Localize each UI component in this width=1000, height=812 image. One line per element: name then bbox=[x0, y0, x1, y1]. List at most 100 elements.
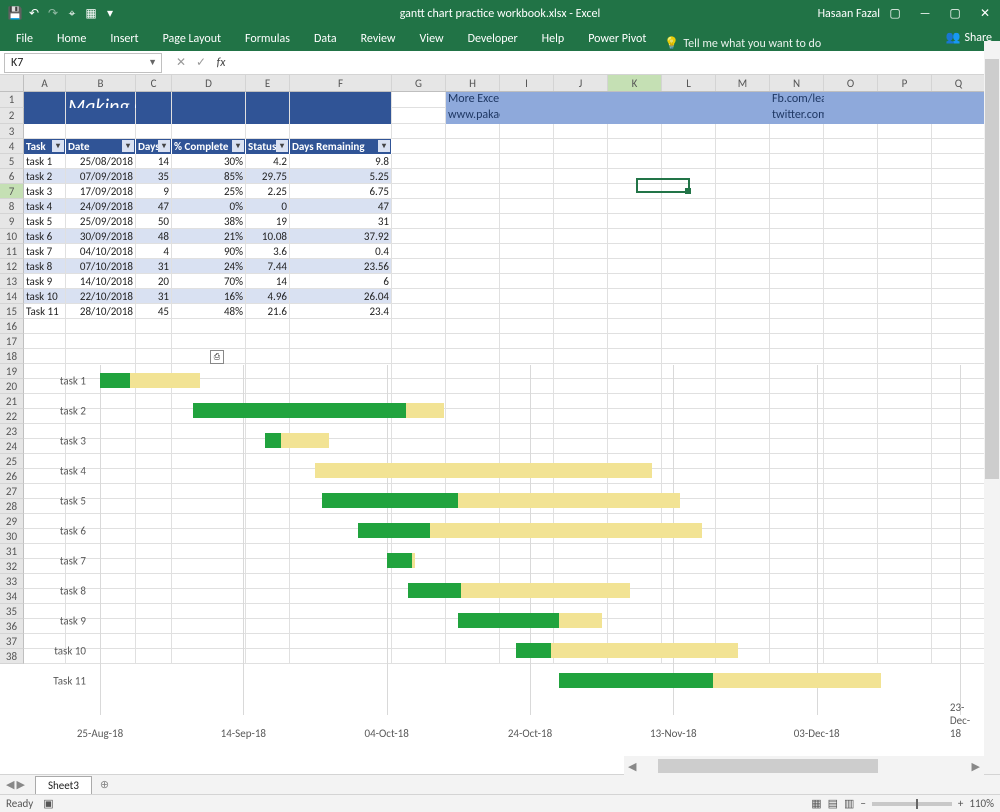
date-cell[interactable]: 25/08/2018 bbox=[66, 154, 136, 169]
cell[interactable] bbox=[770, 184, 824, 199]
pct-cell[interactable]: 24% bbox=[172, 259, 246, 274]
cell[interactable] bbox=[66, 124, 136, 139]
task-cell[interactable]: task 9 bbox=[24, 274, 66, 289]
chart-bar-remaining[interactable] bbox=[315, 463, 652, 478]
cell[interactable] bbox=[246, 349, 290, 364]
cell[interactable] bbox=[878, 199, 932, 214]
cell[interactable] bbox=[824, 139, 878, 154]
cell[interactable] bbox=[878, 154, 932, 169]
remain-cell[interactable]: 47 bbox=[290, 199, 392, 214]
days-cell[interactable]: 35 bbox=[136, 169, 172, 184]
cell[interactable] bbox=[554, 214, 608, 229]
cell[interactable] bbox=[500, 139, 554, 154]
cell[interactable] bbox=[172, 92, 246, 108]
col-F[interactable]: F bbox=[290, 75, 392, 91]
date-cell[interactable]: 24/09/2018 bbox=[66, 199, 136, 214]
cell[interactable] bbox=[136, 349, 172, 364]
cell[interactable] bbox=[932, 124, 986, 139]
cell[interactable] bbox=[554, 184, 608, 199]
cell[interactable] bbox=[290, 349, 392, 364]
chart-bar-remaining[interactable] bbox=[559, 613, 602, 628]
form-icon[interactable]: ▦ bbox=[82, 5, 100, 23]
task-cell[interactable]: task 5 bbox=[24, 214, 66, 229]
table-header[interactable]: % Complete▾ bbox=[172, 139, 246, 154]
cell[interactable] bbox=[392, 274, 446, 289]
cell[interactable] bbox=[824, 199, 878, 214]
cell[interactable] bbox=[500, 154, 554, 169]
days-cell[interactable]: 50 bbox=[136, 214, 172, 229]
cell[interactable] bbox=[392, 304, 446, 319]
cell[interactable] bbox=[446, 214, 500, 229]
table-header[interactable]: Date▾ bbox=[66, 139, 136, 154]
row-header[interactable]: 25 bbox=[0, 454, 24, 469]
cell[interactable] bbox=[770, 334, 824, 349]
cell[interactable] bbox=[246, 92, 290, 108]
touch-mode-icon[interactable]: ⌖ bbox=[63, 5, 81, 23]
cell[interactable] bbox=[500, 244, 554, 259]
col-B[interactable]: B bbox=[66, 75, 136, 91]
cell[interactable] bbox=[770, 139, 824, 154]
cell[interactable] bbox=[66, 349, 136, 364]
cell[interactable] bbox=[290, 319, 392, 334]
cell[interactable] bbox=[824, 349, 878, 364]
row-header[interactable]: 18 bbox=[0, 349, 24, 364]
view-page-break-icon[interactable]: ▥ bbox=[844, 797, 854, 810]
date-cell[interactable]: 14/10/2018 bbox=[66, 274, 136, 289]
cell[interactable] bbox=[932, 349, 986, 364]
cell[interactable] bbox=[290, 124, 392, 139]
remain-cell[interactable]: 9.8 bbox=[290, 154, 392, 169]
resources-link[interactable]: More Excel Resources bbox=[446, 92, 500, 108]
remain-cell[interactable]: 26.04 bbox=[290, 289, 392, 304]
cell[interactable] bbox=[554, 154, 608, 169]
cell[interactable] bbox=[878, 124, 932, 139]
row-header[interactable]: 34 bbox=[0, 589, 24, 604]
pct-cell[interactable]: 48% bbox=[172, 304, 246, 319]
remain-cell[interactable]: 37.92 bbox=[290, 229, 392, 244]
vertical-scrollbar[interactable] bbox=[984, 41, 1000, 774]
cell[interactable] bbox=[878, 319, 932, 334]
cell[interactable] bbox=[136, 334, 172, 349]
cell[interactable] bbox=[662, 319, 716, 334]
cell[interactable] bbox=[608, 289, 662, 304]
cell[interactable] bbox=[136, 108, 172, 124]
days-cell[interactable]: 20 bbox=[136, 274, 172, 289]
row-header[interactable]: 14 bbox=[0, 289, 24, 304]
cell[interactable] bbox=[446, 334, 500, 349]
chart-bar-remaining[interactable] bbox=[430, 523, 702, 538]
cell[interactable] bbox=[246, 319, 290, 334]
cell[interactable] bbox=[392, 214, 446, 229]
cell[interactable] bbox=[662, 184, 716, 199]
cell[interactable] bbox=[716, 319, 770, 334]
cell[interactable] bbox=[500, 349, 554, 364]
cell[interactable] bbox=[500, 214, 554, 229]
macro-record-icon[interactable]: ▣ bbox=[43, 797, 53, 810]
cell[interactable] bbox=[878, 334, 932, 349]
sheet-nav-next-icon[interactable]: ▶ bbox=[16, 778, 24, 791]
cell[interactable] bbox=[662, 259, 716, 274]
row-header[interactable]: 31 bbox=[0, 544, 24, 559]
cell[interactable] bbox=[500, 259, 554, 274]
cell[interactable] bbox=[500, 304, 554, 319]
cell[interactable] bbox=[446, 319, 500, 334]
cell[interactable] bbox=[716, 108, 770, 124]
row-header[interactable]: 16 bbox=[0, 319, 24, 334]
chart-bar-remaining[interactable] bbox=[551, 643, 738, 658]
cell[interactable] bbox=[608, 334, 662, 349]
remain-cell[interactable]: 31 bbox=[290, 214, 392, 229]
cell[interactable] bbox=[446, 199, 500, 214]
cell[interactable] bbox=[662, 169, 716, 184]
row-header[interactable]: 1 bbox=[0, 92, 24, 108]
row-header[interactable]: 35 bbox=[0, 604, 24, 619]
status-cell[interactable]: 29.75 bbox=[246, 169, 290, 184]
tab-page-layout[interactable]: Page Layout bbox=[151, 27, 233, 51]
redo-icon[interactable]: ↷ bbox=[44, 5, 62, 23]
table-header[interactable]: Days Remaining▾ bbox=[290, 139, 392, 154]
pct-cell[interactable]: 38% bbox=[172, 214, 246, 229]
cell[interactable] bbox=[662, 229, 716, 244]
row-header[interactable]: 15 bbox=[0, 304, 24, 319]
row-header[interactable]: 10 bbox=[0, 229, 24, 244]
cell[interactable] bbox=[500, 289, 554, 304]
cell[interactable] bbox=[554, 304, 608, 319]
cell[interactable] bbox=[446, 124, 500, 139]
cell[interactable] bbox=[878, 229, 932, 244]
